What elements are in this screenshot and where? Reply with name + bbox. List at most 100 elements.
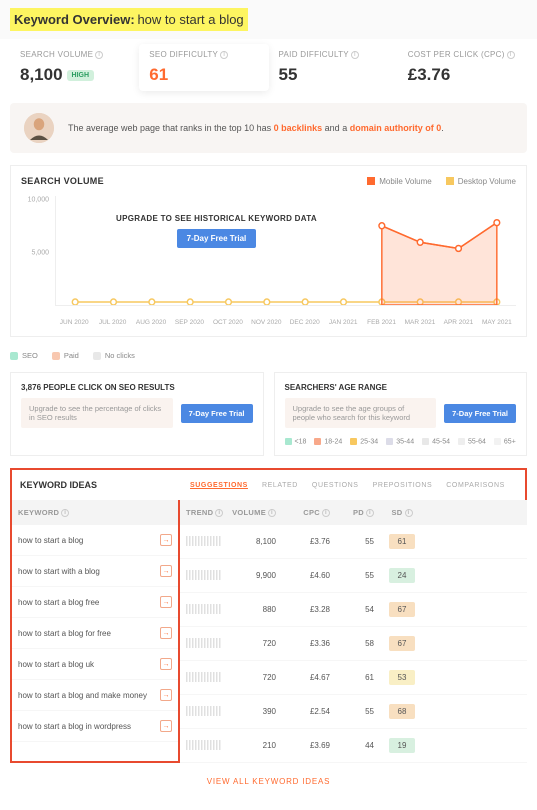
cell-trend bbox=[186, 672, 232, 684]
cell-cpc: £3.28 bbox=[284, 605, 338, 614]
sparkline-icon bbox=[186, 604, 222, 614]
info-icon[interactable]: i bbox=[61, 509, 69, 517]
stat-seo-difficulty: SEO DIFFICULTYi 61 bbox=[139, 44, 268, 91]
upgrade-text: UPGRADE TO SEE HISTORICAL KEYWORD DATA bbox=[116, 214, 317, 223]
expand-icon[interactable]: → bbox=[160, 534, 172, 546]
tab-questions[interactable]: QUESTIONS bbox=[312, 482, 359, 489]
x-tick: OCT 2020 bbox=[209, 319, 247, 326]
panel-sub: Upgrade to see the age groups of people … bbox=[285, 398, 437, 428]
legend-noclicks: No clicks bbox=[93, 351, 135, 360]
x-tick: DEC 2020 bbox=[286, 319, 324, 326]
expand-icon[interactable]: → bbox=[160, 720, 172, 732]
expand-icon[interactable]: → bbox=[160, 689, 172, 701]
panel-title: 3,876 PEOPLE CLICK ON SEO RESULTS bbox=[21, 383, 253, 392]
info-icon[interactable]: i bbox=[215, 509, 223, 517]
stat-label: SEARCH VOLUMEi bbox=[20, 50, 129, 59]
stat-label: COST PER CLICK (CPC)i bbox=[408, 50, 517, 59]
cell-cpc: £2.54 bbox=[284, 707, 338, 716]
cell-sd: 24 bbox=[382, 568, 422, 583]
cell-cpc: £4.67 bbox=[284, 673, 338, 682]
info-icon[interactable]: i bbox=[366, 509, 374, 517]
ideas-title: KEYWORD IDEAS bbox=[12, 470, 182, 500]
legend-seo: SEO bbox=[10, 351, 38, 360]
trial-button[interactable]: 7-Day Free Trial bbox=[444, 404, 516, 423]
cell-pd: 55 bbox=[338, 707, 382, 716]
info-icon[interactable]: i bbox=[268, 509, 276, 517]
x-tick: FEB 2021 bbox=[362, 319, 400, 326]
x-tick: JUN 2020 bbox=[55, 319, 93, 326]
age-bucket: 18-24 bbox=[314, 438, 342, 445]
info-icon[interactable]: i bbox=[405, 509, 413, 517]
insight-banner: The average web page that ranks in the t… bbox=[10, 103, 527, 153]
expand-icon[interactable]: → bbox=[160, 596, 172, 608]
data-row: 8,100£3.765561 bbox=[180, 525, 527, 559]
chart-y-axis: 10,000 5,000 bbox=[21, 196, 49, 306]
cell-volume: 720 bbox=[232, 673, 284, 682]
cell-cpc: £4.60 bbox=[284, 571, 338, 580]
expand-icon[interactable]: → bbox=[160, 565, 172, 577]
view-all-link[interactable]: VIEW ALL KEYWORD IDEAS bbox=[10, 763, 527, 800]
cell-sd: 19 bbox=[382, 738, 422, 753]
cell-pd: 55 bbox=[338, 571, 382, 580]
age-bucket: 55-64 bbox=[458, 438, 486, 445]
seo-clicks-panel: 3,876 PEOPLE CLICK ON SEO RESULTS Upgrad… bbox=[10, 372, 264, 456]
expand-icon[interactable]: → bbox=[160, 627, 172, 639]
trial-button[interactable]: 7-Day Free Trial bbox=[177, 229, 257, 248]
chart-plot: UPGRADE TO SEE HISTORICAL KEYWORD DATA 7… bbox=[55, 196, 516, 306]
keyword-text: how to start a blog in wordpress bbox=[18, 722, 131, 731]
keyword-row: how to start a blog in wordpress → bbox=[12, 711, 178, 742]
info-icon[interactable]: i bbox=[507, 51, 515, 59]
info-icon[interactable]: i bbox=[322, 509, 330, 517]
sparkline-icon bbox=[186, 706, 222, 716]
cell-trend bbox=[186, 570, 232, 582]
tab-comparisons[interactable]: COMPARISONS bbox=[446, 482, 505, 489]
panel-sub: Upgrade to see the percentage of clicks … bbox=[21, 398, 173, 428]
sparkline-icon bbox=[186, 536, 222, 546]
cell-volume: 720 bbox=[232, 639, 284, 648]
x-tick: AUG 2020 bbox=[132, 319, 170, 326]
stat-value: 61 bbox=[149, 65, 258, 85]
ideas-tabs: SUGGESTIONS RELATED QUESTIONS PREPOSITIONS C… bbox=[182, 472, 525, 499]
age-range-panel: SEARCHERS' AGE RANGE Upgrade to see the … bbox=[274, 372, 528, 456]
x-tick: MAR 2021 bbox=[401, 319, 439, 326]
sparkline-icon bbox=[186, 570, 222, 580]
ideas-keyword-column: KEYWORDi how to start a blog→how to star… bbox=[10, 500, 180, 763]
title-query: how to start a blog bbox=[137, 12, 243, 27]
page-header: Keyword Overview: how to start a blog bbox=[0, 0, 537, 39]
info-icon[interactable]: i bbox=[351, 51, 359, 59]
age-bucket: 65+ bbox=[494, 438, 516, 445]
x-tick: MAY 2021 bbox=[478, 319, 516, 326]
tab-prepositions[interactable]: PREPOSITIONS bbox=[373, 482, 433, 489]
expand-icon[interactable]: → bbox=[160, 658, 172, 670]
x-tick: SEP 2020 bbox=[170, 319, 208, 326]
stat-label: PAID DIFFICULTYi bbox=[279, 50, 388, 59]
cell-trend bbox=[186, 740, 232, 752]
tab-related[interactable]: RELATED bbox=[262, 482, 298, 489]
age-bucket: 35-44 bbox=[386, 438, 414, 445]
insight-text: The average web page that ranks in the t… bbox=[68, 123, 444, 133]
cell-cpc: £3.69 bbox=[284, 741, 338, 750]
sparkline-icon bbox=[186, 672, 222, 682]
x-tick: JUL 2020 bbox=[93, 319, 131, 326]
x-tick: JAN 2021 bbox=[324, 319, 362, 326]
cell-sd: 67 bbox=[382, 602, 422, 617]
cell-volume: 8,100 bbox=[232, 537, 284, 546]
cell-sd: 67 bbox=[382, 636, 422, 651]
info-icon[interactable]: i bbox=[220, 51, 228, 59]
seo-legend: SEO Paid No clicks bbox=[10, 351, 527, 360]
stat-search-volume: SEARCH VOLUMEi 8,100HIGH bbox=[10, 44, 139, 91]
cell-pd: 44 bbox=[338, 741, 382, 750]
legend-desktop: Desktop Volume bbox=[446, 177, 516, 186]
cell-volume: 390 bbox=[232, 707, 284, 716]
keyword-text: how to start a blog for free bbox=[18, 629, 111, 638]
trial-button[interactable]: 7-Day Free Trial bbox=[181, 404, 253, 423]
cell-volume: 880 bbox=[232, 605, 284, 614]
ideas-data-columns: TRENDi VOLUMEi CPCi PDi SDi 8,100£3.7655… bbox=[180, 500, 527, 763]
stat-value: 55 bbox=[279, 65, 388, 85]
keyword-text: how to start a blog free bbox=[18, 598, 99, 607]
data-row: 880£3.285467 bbox=[180, 593, 527, 627]
cell-sd: 68 bbox=[382, 704, 422, 719]
cell-volume: 9,900 bbox=[232, 571, 284, 580]
tab-suggestions[interactable]: SUGGESTIONS bbox=[190, 482, 248, 489]
info-icon[interactable]: i bbox=[95, 51, 103, 59]
